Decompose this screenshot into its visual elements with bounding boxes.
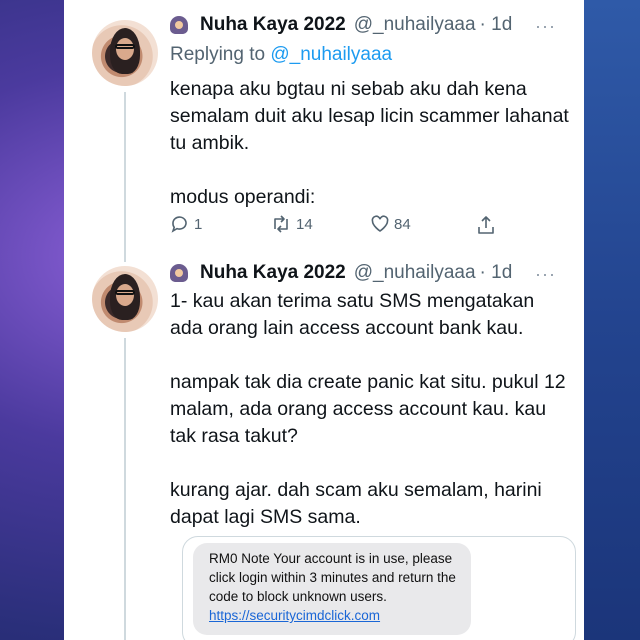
background-right [580,0,640,640]
retweet-icon [274,215,288,233]
tweet-actions: 1 14 84 [170,214,560,238]
sms-link[interactable]: https://securitycimdclick.com [209,606,467,625]
tweet-header: Nuha Kaya 2022 @_nuhailyaaa · 1d [170,262,570,284]
like-button[interactable]: 84 [370,214,411,234]
reply-icon [171,216,187,233]
hijab-emoji-icon [170,264,188,282]
more-options-icon[interactable]: ··· [535,264,556,285]
retweet-count: 14 [296,215,313,233]
avatar[interactable] [92,266,158,332]
author-name[interactable]: Nuha Kaya 2022 [200,262,346,284]
avatar-face [116,284,134,306]
tweet-age[interactable]: · 1d [480,14,513,36]
sms-text: RM0 Note Your account is in use, please … [209,549,467,625]
avatar-face [116,38,134,60]
reply-mention-link[interactable]: @_nuhailyaaa [270,44,392,65]
heart-icon [371,215,389,232]
tweet-1[interactable]: Nuha Kaya 2022 @_nuhailyaaa · 1d ··· Rep… [64,0,584,262]
sms-message: RM0 Note Your account is in use, please … [209,551,456,604]
share-button[interactable] [476,214,496,236]
tweet-age[interactable]: · 1d [480,262,513,284]
author-handle[interactable]: @_nuhailyaaa [354,262,476,284]
retweet-button[interactable]: 14 [270,214,313,234]
sms-bubble: RM0 Note Your account is in use, please … [193,543,471,635]
tweet-media-image[interactable]: RM0 Note Your account is in use, please … [182,536,576,640]
like-count: 84 [394,215,411,233]
avatar-glasses [115,44,135,49]
reply-button[interactable]: 1 [170,214,202,234]
tweet-text: 1- kau akan terima satu SMS mengatakan a… [170,290,566,528]
tweet-text: kenapa aku bgtau ni sebab aku dah kena s… [170,78,569,208]
avatar[interactable] [92,20,158,86]
thread-line [124,92,126,262]
reply-count: 1 [194,215,203,233]
author-handle[interactable]: @_nuhailyaaa [354,14,476,36]
replying-to: Replying to @_nuhailyaaa [170,44,392,66]
more-options-icon[interactable]: ··· [535,16,556,37]
hijab-emoji-icon [170,16,188,34]
share-icon [478,216,494,234]
tweet-header: Nuha Kaya 2022 @_nuhailyaaa · 1d [170,14,570,36]
thread-line [124,338,126,640]
tweet-thread-card: Nuha Kaya 2022 @_nuhailyaaa · 1d ··· Rep… [64,0,584,640]
reply-prefix: Replying to [170,44,266,65]
author-name[interactable]: Nuha Kaya 2022 [200,14,346,36]
avatar-glasses [115,290,135,295]
